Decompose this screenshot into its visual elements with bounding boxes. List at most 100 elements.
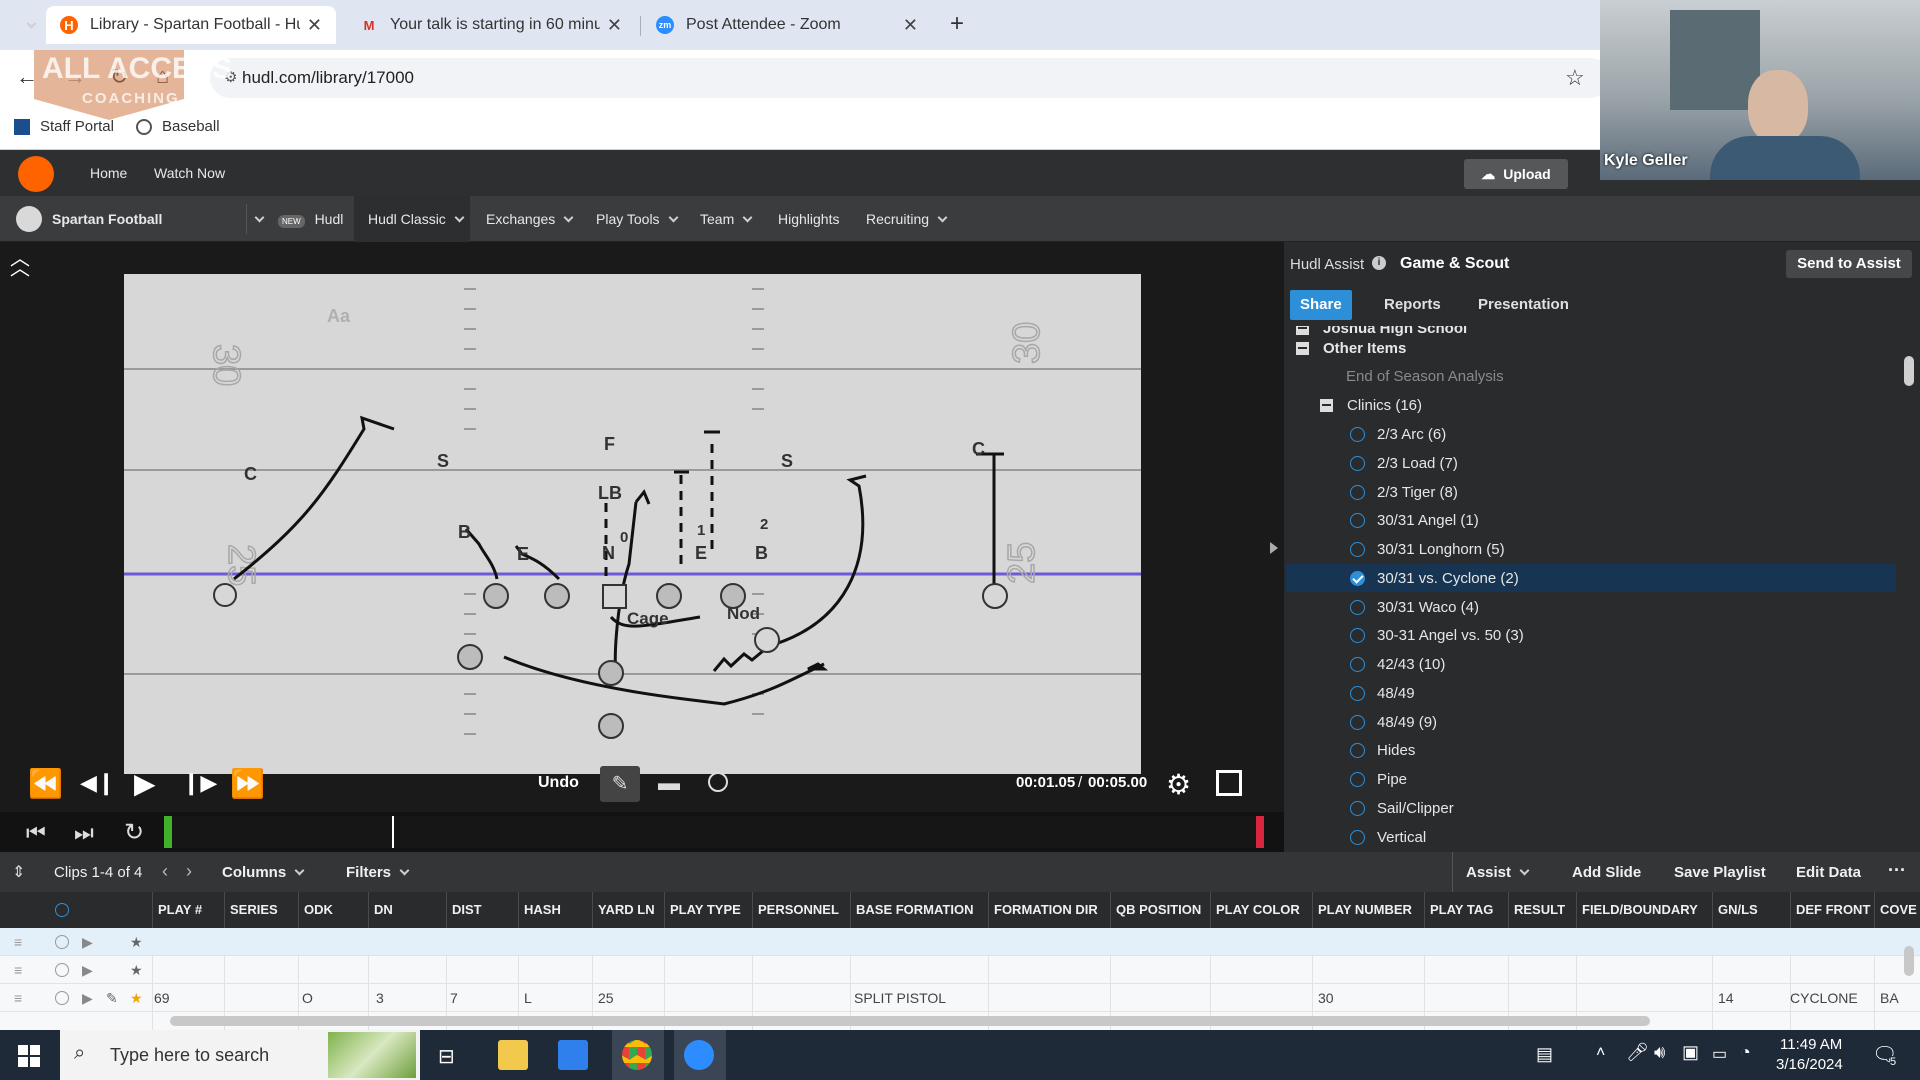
col-play-number[interactable]: PLAY #	[152, 892, 224, 928]
nav-watch-now[interactable]: Watch Now	[154, 165, 225, 181]
news-icon[interactable]: ▤	[1536, 1044, 1553, 1065]
radio-icon[interactable]	[1350, 656, 1365, 672]
tree-item[interactable]: Hides	[1286, 736, 1896, 764]
tab-gmail[interactable]: M Your talk is starting in 60 minut ✕	[346, 6, 636, 44]
tree-item[interactable]: 30/31 Longhorn (5)	[1286, 535, 1896, 563]
tree-item[interactable]: 2/3 Tiger (8)	[1286, 478, 1896, 506]
nav-highlights[interactable]: Highlights	[778, 211, 839, 227]
row-play-icon[interactable]: ▶	[82, 934, 93, 951]
prev-page-icon[interactable]: ‹	[162, 861, 168, 882]
collapse-up-icon[interactable]: ︿ ︿	[10, 249, 30, 279]
radio-icon[interactable]	[1350, 627, 1365, 643]
tree-item-end-of-season[interactable]: End of Season Analysis	[1286, 362, 1896, 390]
filters-dropdown[interactable]: Filters	[346, 864, 410, 881]
collapse-icon[interactable]	[1296, 341, 1309, 355]
display-icon[interactable]: ▣	[1682, 1042, 1699, 1063]
send-to-assist-button[interactable]: Send to Assist	[1786, 250, 1912, 278]
col-hash[interactable]: HASH	[518, 892, 592, 928]
col-qb-position[interactable]: QB POSITION	[1110, 892, 1210, 928]
windows-start-icon[interactable]	[18, 1045, 40, 1067]
select-all-checkbox[interactable]	[55, 903, 69, 917]
info-icon[interactable]: i	[1372, 256, 1386, 270]
save-playlist-button[interactable]: Save Playlist	[1674, 864, 1766, 881]
tree-item[interactable]: Sail/Clipper	[1286, 794, 1896, 822]
comment-icon[interactable]: ▬	[658, 770, 680, 796]
microphone-icon[interactable]: 🎤︎	[1626, 1042, 1649, 1063]
nav-hudl[interactable]: NEW Hudl	[278, 211, 343, 228]
tab-reports[interactable]: Reports	[1374, 290, 1451, 320]
file-explorer-icon[interactable]	[498, 1040, 528, 1070]
radio-icon[interactable]	[1350, 800, 1365, 816]
text-tool-icon[interactable]: Aa	[327, 306, 351, 326]
radio-icon[interactable]	[1350, 455, 1365, 471]
expand-panel-arrow-icon[interactable]	[1270, 542, 1278, 554]
tab-zoom[interactable]: zm Post Attendee - Zoom ✕	[642, 6, 932, 44]
tree-item-selected[interactable]: 30/31 vs. Cyclone (2)	[1286, 564, 1896, 592]
nav-exchanges[interactable]: Exchanges	[486, 211, 574, 227]
nav-team[interactable]: Team	[700, 211, 753, 227]
radio-icon[interactable]	[1350, 685, 1365, 701]
fullscreen-icon[interactable]	[1216, 770, 1242, 796]
hudl-logo-icon[interactable]	[18, 156, 54, 192]
table-row[interactable]: ≡ ▶ ★	[0, 928, 1920, 956]
team-selector[interactable]: Spartan Football	[52, 211, 265, 227]
clock-date[interactable]: 3/16/2024	[1776, 1056, 1843, 1073]
row-checkbox[interactable]	[55, 991, 69, 1005]
col-play-color[interactable]: PLAY COLOR	[1210, 892, 1312, 928]
tree-item[interactable]: 48/49 (9)	[1286, 708, 1896, 736]
tab-list-dropdown[interactable]	[14, 14, 37, 34]
play-icon[interactable]: ▶	[134, 770, 156, 798]
tree-item[interactable]: 30-31 Angel vs. 50 (3)	[1286, 621, 1896, 649]
upload-button[interactable]: ☁ Upload	[1464, 159, 1568, 189]
drawing-attached-icon[interactable]: ✎	[106, 990, 118, 1007]
undo-button[interactable]: Undo	[538, 774, 579, 792]
wifi-icon[interactable]: ◔	[1740, 1042, 1751, 1063]
col-play-type[interactable]: PLAY TYPE	[664, 892, 752, 928]
col-series[interactable]: SERIES	[224, 892, 298, 928]
col-gn-ls[interactable]: GN/LS	[1712, 892, 1790, 928]
collapse-icon[interactable]	[1320, 398, 1333, 412]
col-formation-dir[interactable]: FORMATION DIR	[988, 892, 1110, 928]
close-icon[interactable]: ✕	[307, 15, 322, 36]
table-row[interactable]: ≡ ▶ ✎ ★ 69 O 3 7 L 25 SPLIT PISTOL 30 14…	[0, 984, 1920, 1012]
star-icon[interactable]: ★	[130, 962, 143, 979]
playhead[interactable]	[392, 816, 394, 848]
col-coverage[interactable]: COVE	[1874, 892, 1920, 928]
tree-item[interactable]: 2/3 Load (7)	[1286, 449, 1896, 477]
add-slide-button[interactable]: Add Slide	[1572, 864, 1641, 881]
checked-radio-icon[interactable]	[1350, 570, 1365, 586]
drag-handle-icon[interactable]: ≡	[14, 962, 22, 978]
more-options-button[interactable]: ···	[1888, 860, 1906, 881]
nav-play-tools[interactable]: Play Tools	[596, 211, 679, 227]
nav-recruiting[interactable]: Recruiting	[866, 211, 948, 227]
resize-handle-icon[interactable]: ⇕	[12, 862, 25, 882]
radio-icon[interactable]	[1350, 541, 1365, 557]
assist-dropdown[interactable]: Assist	[1466, 864, 1530, 881]
row-play-icon[interactable]: ▶	[82, 962, 93, 979]
previous-clip-icon[interactable]: ⏮	[26, 820, 46, 846]
tab-share[interactable]: Share	[1290, 290, 1352, 320]
tree-item[interactable]: 30/31 Waco (4)	[1286, 593, 1896, 621]
draw-tool-icon[interactable]: ✎	[600, 766, 640, 802]
task-view-icon[interactable]: ⊟	[438, 1044, 455, 1069]
col-play-number-text[interactable]: PLAY NUMBER	[1312, 892, 1424, 928]
horizontal-scrollbar[interactable]	[170, 1016, 1650, 1026]
star-icon[interactable]: ★	[130, 990, 143, 1007]
tab-hudl-library[interactable]: H Library - Spartan Football - Hudl ✕	[46, 6, 336, 44]
row-play-icon[interactable]: ▶	[82, 990, 93, 1007]
rewind-icon[interactable]: ⏪	[28, 770, 63, 798]
drag-handle-icon[interactable]: ≡	[14, 990, 22, 1006]
volume-icon[interactable]: 🔊︎	[1654, 1042, 1665, 1063]
step-back-icon[interactable]: ◀❙	[80, 772, 115, 794]
zoom-icon[interactable]	[684, 1040, 714, 1070]
circle-tool-icon[interactable]	[708, 772, 728, 792]
radio-icon[interactable]	[1350, 714, 1365, 730]
tree-item[interactable]: Vertical	[1286, 823, 1896, 851]
radio-icon[interactable]	[1350, 599, 1365, 615]
timeline-track[interactable]	[164, 816, 1264, 848]
chrome-icon[interactable]	[622, 1040, 652, 1070]
drag-handle-icon[interactable]: ≡	[14, 934, 22, 950]
tab-presentation[interactable]: Presentation	[1468, 290, 1579, 320]
store-icon[interactable]	[558, 1040, 588, 1070]
close-icon[interactable]: ✕	[903, 15, 918, 36]
